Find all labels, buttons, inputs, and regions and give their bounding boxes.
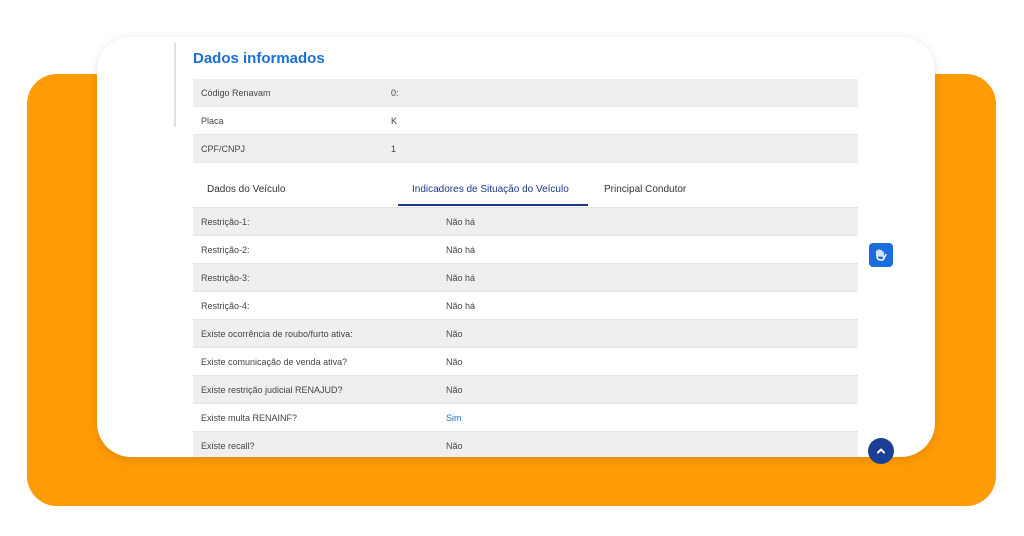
tab-principal-condutor[interactable]: Principal Condutor: [604, 175, 686, 205]
section-title: Dados informados: [193, 50, 325, 67]
table-row: Existe ocorrência de roubo/furto ativa: …: [193, 319, 858, 348]
table-row: Existe multa RENAINF? Sim: [193, 403, 858, 432]
hand-sign-icon: [876, 249, 887, 261]
indicator-label: Restrição-1:: [193, 207, 446, 236]
indicators-table: Restrição-1: Não há Restrição-2: Não há …: [193, 207, 858, 457]
multa-renainf-link[interactable]: Sim: [446, 413, 462, 423]
indicator-label: Restrição-3:: [193, 263, 446, 292]
info-value: 0:: [391, 79, 858, 107]
indicator-value: Sim: [446, 403, 858, 432]
table-row: Existe recall? Não: [193, 431, 858, 457]
info-row: Código Renavam 0:: [193, 79, 858, 107]
indicator-label: Restrição-4:: [193, 291, 446, 320]
indicator-label: Restrição-2:: [193, 235, 446, 264]
indicator-value: Não há: [446, 291, 858, 320]
indicator-label: Existe comunicação de venda ativa?: [193, 347, 446, 376]
info-label: Código Renavam: [193, 79, 391, 107]
table-row: Restrição-2: Não há: [193, 235, 858, 264]
info-label: Placa: [193, 106, 391, 135]
indicator-label: Existe recall?: [193, 431, 446, 457]
indicator-label: Existe multa RENAINF?: [193, 403, 446, 432]
indicator-value: Não: [446, 375, 858, 404]
chevron-up-icon: [877, 448, 885, 454]
scroll-to-top-button[interactable]: [868, 438, 894, 464]
table-row: Existe restrição judicial RENAJUD? Não: [193, 375, 858, 404]
tab-dados-do-veiculo[interactable]: Dados do Veículo: [207, 175, 285, 205]
section-accent-bar: [174, 43, 176, 127]
table-row: Existe comunicação de venda ativa? Não: [193, 347, 858, 376]
table-row: Restrição-1: Não há: [193, 207, 858, 236]
indicator-value: Não: [446, 319, 858, 348]
accessibility-button[interactable]: [869, 243, 893, 267]
indicator-label: Existe ocorrência de roubo/furto ativa:: [193, 319, 446, 348]
indicator-label: Existe restrição judicial RENAJUD?: [193, 375, 446, 404]
indicator-value: Não há: [446, 207, 858, 236]
info-value: 1: [391, 134, 858, 163]
indicator-value: Não: [446, 431, 858, 457]
info-row: Placa K: [193, 106, 858, 135]
content-card: Dados informados Código Renavam 0: Placa…: [97, 37, 935, 457]
indicator-value: Não há: [446, 263, 858, 292]
info-row: CPF/CNPJ 1: [193, 134, 858, 163]
table-row: Restrição-4: Não há: [193, 291, 858, 320]
table-row: Restrição-3: Não há: [193, 263, 858, 292]
info-value: K: [391, 106, 858, 135]
active-tab-indicator: [398, 204, 588, 206]
indicator-value: Não: [446, 347, 858, 376]
tab-indicadores-de-situacao[interactable]: Indicadores de Situação do Veículo: [412, 175, 569, 205]
info-label: CPF/CNPJ: [193, 134, 391, 163]
info-table: Código Renavam 0: Placa K CPF/CNPJ 1: [193, 79, 858, 163]
tab-bar: Dados do Veículo Indicadores de Situação…: [193, 175, 858, 207]
indicator-value: Não há: [446, 235, 858, 264]
